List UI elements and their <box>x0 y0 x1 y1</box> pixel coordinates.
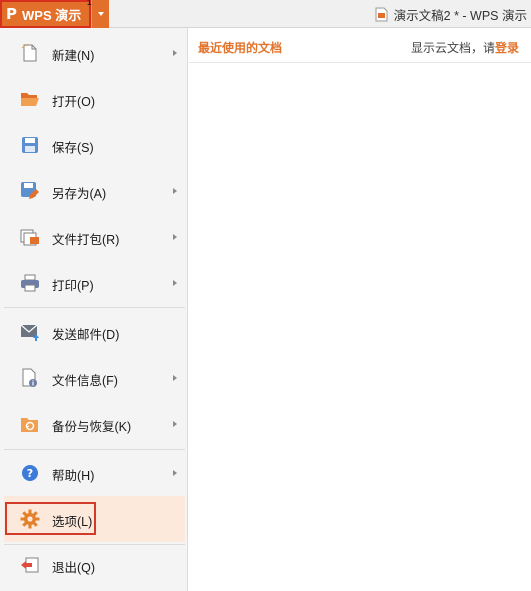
menu-item-save-as[interactable]: 另存为(A) <box>4 168 185 214</box>
file-menu: 新建(N) 打开(O) 保存(S) 另存为(A) 文件打包(R) 打印(P) 发… <box>0 28 188 591</box>
submenu-arrow-icon <box>173 188 177 194</box>
menu-item-label: 退出(Q) <box>52 561 96 575</box>
gear-icon <box>19 508 41 530</box>
recent-documents-title: 最近使用的文档 <box>198 41 283 55</box>
presentation-file-icon <box>375 7 388 21</box>
menu-item-label: 新建(N) <box>52 49 95 63</box>
menu-item-exit[interactable]: 退出(Q) <box>4 542 185 588</box>
exit-icon <box>19 554 41 576</box>
menu-item-label: 文件信息(F) <box>52 374 118 388</box>
submenu-arrow-icon <box>173 280 177 286</box>
save-icon <box>19 134 41 156</box>
submenu-arrow-icon <box>173 421 177 427</box>
menu-item-open[interactable]: 打开(O) <box>4 76 185 122</box>
menu-item-send-mail[interactable]: 发送邮件(D) <box>4 309 185 355</box>
cloud-docs-prefix: 显示云文档，请 <box>410 41 495 55</box>
menu-divider <box>4 307 185 308</box>
app-dropdown-button[interactable] <box>91 0 109 28</box>
title-bar: P WPS 演示 1 演示文稿2 * - WPS 演示 <box>0 0 531 28</box>
submenu-arrow-icon <box>173 50 177 56</box>
menu-item-label: 备份与恢复(K) <box>52 420 132 434</box>
menu-item-file-info[interactable]: 文件信息(F) <box>4 355 185 401</box>
submenu-arrow-icon <box>173 234 177 240</box>
menu-item-package[interactable]: 文件打包(R) <box>4 214 185 260</box>
svg-text:?: ? <box>27 467 33 480</box>
menu-item-label: 另存为(A) <box>52 187 107 201</box>
menu-item-label: 保存(S) <box>52 141 94 155</box>
menu-item-label: 打开(O) <box>52 95 96 109</box>
submenu-arrow-icon <box>173 470 177 476</box>
chevron-down-icon <box>97 12 104 16</box>
menu-item-label: 打印(P) <box>52 279 94 293</box>
submenu-arrow-icon <box>173 375 177 381</box>
file-info-icon <box>19 367 41 389</box>
document-title-text: 演示文稿2 * - WPS 演示 <box>393 8 527 23</box>
menu-item-options[interactable]: 选项(L) <box>4 496 185 542</box>
menu-item-save[interactable]: 保存(S) <box>4 122 185 168</box>
app-name: WPS 演示 <box>22 7 82 23</box>
mail-icon <box>19 321 41 343</box>
package-icon <box>19 226 41 248</box>
recent-documents-list <box>189 63 531 591</box>
cloud-docs-hint: 显示云文档，请登录 <box>411 39 519 56</box>
save-as-icon <box>19 180 41 202</box>
printer-icon <box>19 272 41 294</box>
new-file-icon <box>19 42 41 64</box>
menu-item-label: 文件打包(R) <box>52 233 120 247</box>
app-menu-button[interactable]: P WPS 演示 <box>0 0 91 28</box>
menu-item-print[interactable]: 打印(P) <box>4 260 185 306</box>
open-folder-icon <box>19 88 41 110</box>
backup-restore-icon <box>19 413 41 435</box>
menu-item-label: 选项(L) <box>52 515 93 529</box>
menu-item-backup-restore[interactable]: 备份与恢复(K) <box>4 401 185 447</box>
recent-documents-header: 最近使用的文档 显示云文档，请登录 <box>189 28 531 63</box>
annotation-badge: 1 <box>87 0 92 7</box>
login-link[interactable]: 登录 <box>495 41 519 55</box>
menu-item-help[interactable]: ? 帮助(H) <box>4 450 185 496</box>
help-icon: ? <box>19 462 41 484</box>
wps-logo-icon: P <box>6 5 17 23</box>
document-title: 演示文稿2 * - WPS 演示 <box>375 0 527 28</box>
menu-item-label: 帮助(H) <box>52 469 95 483</box>
menu-item-label: 发送邮件(D) <box>52 328 120 342</box>
menu-item-new[interactable]: 新建(N) <box>4 30 185 76</box>
